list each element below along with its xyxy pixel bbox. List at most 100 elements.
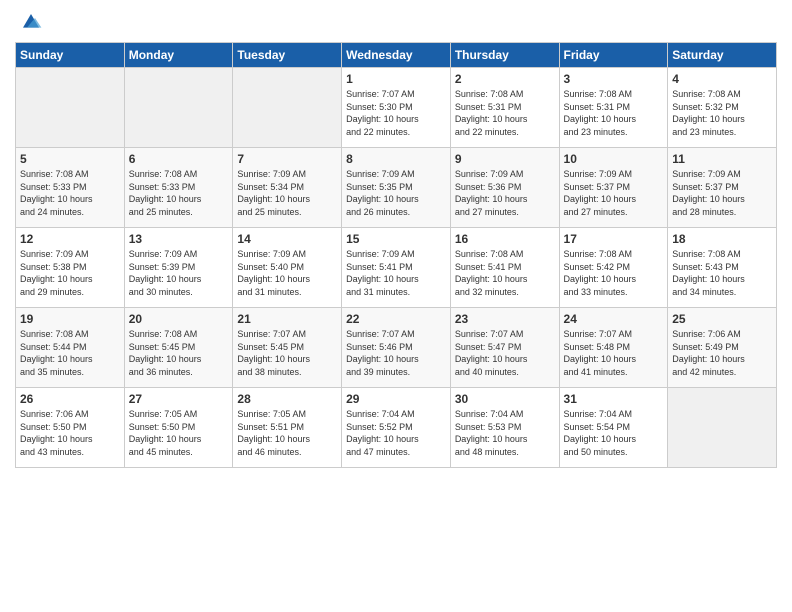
calendar-cell: 26 Sunrise: 7:06 AM Sunset: 5:50 PM Dayli… — [16, 388, 125, 468]
day-info: Sunrise: 7:08 AM Sunset: 5:32 PM Dayligh… — [672, 88, 772, 138]
calendar-cell: 27 Sunrise: 7:05 AM Sunset: 5:50 PM Dayli… — [124, 388, 233, 468]
calendar-week: 26 Sunrise: 7:06 AM Sunset: 5:50 PM Dayli… — [16, 388, 777, 468]
calendar-cell — [233, 68, 342, 148]
day-info: Sunrise: 7:08 AM Sunset: 5:41 PM Dayligh… — [455, 248, 555, 298]
day-number: 2 — [455, 72, 555, 86]
calendar-cell: 29 Sunrise: 7:04 AM Sunset: 5:52 PM Dayli… — [342, 388, 451, 468]
weekday-header: Thursday — [450, 43, 559, 68]
day-number: 18 — [672, 232, 772, 246]
calendar-body: 1 Sunrise: 7:07 AM Sunset: 5:30 PM Daylig… — [16, 68, 777, 468]
calendar-cell: 13 Sunrise: 7:09 AM Sunset: 5:39 PM Dayli… — [124, 228, 233, 308]
logo-icon — [19, 10, 43, 34]
weekday-header: Friday — [559, 43, 668, 68]
calendar-cell: 4 Sunrise: 7:08 AM Sunset: 5:32 PM Daylig… — [668, 68, 777, 148]
calendar-cell: 25Sunrise: 7:06 AM Sunset: 5:49 PM Dayli… — [668, 308, 777, 388]
calendar-cell — [124, 68, 233, 148]
day-number: 6 — [129, 152, 229, 166]
day-info: Sunrise: 7:09 AM Sunset: 5:40 PM Dayligh… — [237, 248, 337, 298]
day-number: 21 — [237, 312, 337, 326]
calendar-cell: 1 Sunrise: 7:07 AM Sunset: 5:30 PM Daylig… — [342, 68, 451, 148]
day-info: Sunrise: 7:07 AM Sunset: 5:47 PM Dayligh… — [455, 328, 555, 378]
day-number: 1 — [346, 72, 446, 86]
weekday-header: Sunday — [16, 43, 125, 68]
day-number: 14 — [237, 232, 337, 246]
day-info: Sunrise: 7:08 AM Sunset: 5:31 PM Dayligh… — [455, 88, 555, 138]
day-number: 10 — [564, 152, 664, 166]
day-info: Sunrise: 7:04 AM Sunset: 5:53 PM Dayligh… — [455, 408, 555, 458]
calendar-cell: 5 Sunrise: 7:08 AM Sunset: 5:33 PM Daylig… — [16, 148, 125, 228]
day-info: Sunrise: 7:08 AM Sunset: 5:42 PM Dayligh… — [564, 248, 664, 298]
day-info: Sunrise: 7:05 AM Sunset: 5:50 PM Dayligh… — [129, 408, 229, 458]
calendar-cell: 8 Sunrise: 7:09 AM Sunset: 5:35 PM Daylig… — [342, 148, 451, 228]
day-info: Sunrise: 7:06 AM Sunset: 5:50 PM Dayligh… — [20, 408, 120, 458]
day-number: 22 — [346, 312, 446, 326]
day-number: 28 — [237, 392, 337, 406]
calendar-cell: 19 Sunrise: 7:08 AM Sunset: 5:44 PM Dayli… — [16, 308, 125, 388]
calendar-cell: 7 Sunrise: 7:09 AM Sunset: 5:34 PM Daylig… — [233, 148, 342, 228]
day-info: Sunrise: 7:08 AM Sunset: 5:31 PM Dayligh… — [564, 88, 664, 138]
calendar-cell: 20Sunrise: 7:08 AM Sunset: 5:45 PM Dayli… — [124, 308, 233, 388]
logo — [15, 10, 43, 34]
calendar-cell: 31 Sunrise: 7:04 AM Sunset: 5:54 PM Dayli… — [559, 388, 668, 468]
calendar-header: SundayMondayTuesdayWednesdayThursdayFrid… — [16, 43, 777, 68]
day-info: Sunrise: 7:06 AM Sunset: 5:49 PM Dayligh… — [672, 328, 772, 378]
day-number: 31 — [564, 392, 664, 406]
calendar-cell: 12 Sunrise: 7:09 AM Sunset: 5:38 PM Dayli… — [16, 228, 125, 308]
calendar-cell: 11Sunrise: 7:09 AM Sunset: 5:37 PM Dayli… — [668, 148, 777, 228]
day-info: Sunrise: 7:04 AM Sunset: 5:52 PM Dayligh… — [346, 408, 446, 458]
day-info: Sunrise: 7:08 AM Sunset: 5:33 PM Dayligh… — [20, 168, 120, 218]
day-info: Sunrise: 7:09 AM Sunset: 5:34 PM Dayligh… — [237, 168, 337, 218]
day-number: 9 — [455, 152, 555, 166]
day-number: 11 — [672, 152, 772, 166]
day-number: 5 — [20, 152, 120, 166]
calendar-cell: 30 Sunrise: 7:04 AM Sunset: 5:53 PM Dayli… — [450, 388, 559, 468]
day-number: 30 — [455, 392, 555, 406]
weekday-header: Saturday — [668, 43, 777, 68]
day-number: 7 — [237, 152, 337, 166]
calendar-cell: 22 Sunrise: 7:07 AM Sunset: 5:46 PM Dayli… — [342, 308, 451, 388]
day-info: Sunrise: 7:08 AM Sunset: 5:33 PM Dayligh… — [129, 168, 229, 218]
day-info: Sunrise: 7:09 AM Sunset: 5:41 PM Dayligh… — [346, 248, 446, 298]
calendar-cell: 17 Sunrise: 7:08 AM Sunset: 5:42 PM Dayli… — [559, 228, 668, 308]
day-number: 19 — [20, 312, 120, 326]
day-info: Sunrise: 7:08 AM Sunset: 5:45 PM Dayligh… — [129, 328, 229, 378]
calendar-cell: 23 Sunrise: 7:07 AM Sunset: 5:47 PM Dayli… — [450, 308, 559, 388]
day-number: 12 — [20, 232, 120, 246]
day-info: Sunrise: 7:07 AM Sunset: 5:48 PM Dayligh… — [564, 328, 664, 378]
day-info: Sunrise: 7:05 AM Sunset: 5:51 PM Dayligh… — [237, 408, 337, 458]
day-number: 26 — [20, 392, 120, 406]
weekday-header: Monday — [124, 43, 233, 68]
calendar-cell: 18 Sunrise: 7:08 AM Sunset: 5:43 PM Dayli… — [668, 228, 777, 308]
calendar-cell: 9 Sunrise: 7:09 AM Sunset: 5:36 PM Daylig… — [450, 148, 559, 228]
day-info: Sunrise: 7:07 AM Sunset: 5:46 PM Dayligh… — [346, 328, 446, 378]
day-number: 3 — [564, 72, 664, 86]
day-number: 23 — [455, 312, 555, 326]
day-number: 29 — [346, 392, 446, 406]
calendar-week: 12 Sunrise: 7:09 AM Sunset: 5:38 PM Dayli… — [16, 228, 777, 308]
day-info: Sunrise: 7:09 AM Sunset: 5:35 PM Dayligh… — [346, 168, 446, 218]
day-info: Sunrise: 7:09 AM Sunset: 5:38 PM Dayligh… — [20, 248, 120, 298]
calendar-cell — [16, 68, 125, 148]
calendar-cell: 24Sunrise: 7:07 AM Sunset: 5:48 PM Dayli… — [559, 308, 668, 388]
day-number: 27 — [129, 392, 229, 406]
calendar-cell: 28 Sunrise: 7:05 AM Sunset: 5:51 PM Dayli… — [233, 388, 342, 468]
calendar-cell: 15 Sunrise: 7:09 AM Sunset: 5:41 PM Dayli… — [342, 228, 451, 308]
day-number: 4 — [672, 72, 772, 86]
calendar-cell: 2 Sunrise: 7:08 AM Sunset: 5:31 PM Daylig… — [450, 68, 559, 148]
calendar-cell: 6 Sunrise: 7:08 AM Sunset: 5:33 PM Daylig… — [124, 148, 233, 228]
day-number: 15 — [346, 232, 446, 246]
day-info: Sunrise: 7:04 AM Sunset: 5:54 PM Dayligh… — [564, 408, 664, 458]
day-number: 13 — [129, 232, 229, 246]
day-info: Sunrise: 7:09 AM Sunset: 5:36 PM Dayligh… — [455, 168, 555, 218]
day-info: Sunrise: 7:08 AM Sunset: 5:44 PM Dayligh… — [20, 328, 120, 378]
day-info: Sunrise: 7:07 AM Sunset: 5:30 PM Dayligh… — [346, 88, 446, 138]
calendar-week: 19 Sunrise: 7:08 AM Sunset: 5:44 PM Dayli… — [16, 308, 777, 388]
day-number: 8 — [346, 152, 446, 166]
calendar-cell: 10Sunrise: 7:09 AM Sunset: 5:37 PM Dayli… — [559, 148, 668, 228]
day-number: 17 — [564, 232, 664, 246]
weekday-row: SundayMondayTuesdayWednesdayThursdayFrid… — [16, 43, 777, 68]
day-info: Sunrise: 7:09 AM Sunset: 5:39 PM Dayligh… — [129, 248, 229, 298]
day-info: Sunrise: 7:08 AM Sunset: 5:43 PM Dayligh… — [672, 248, 772, 298]
header — [15, 10, 777, 34]
day-info: Sunrise: 7:07 AM Sunset: 5:45 PM Dayligh… — [237, 328, 337, 378]
